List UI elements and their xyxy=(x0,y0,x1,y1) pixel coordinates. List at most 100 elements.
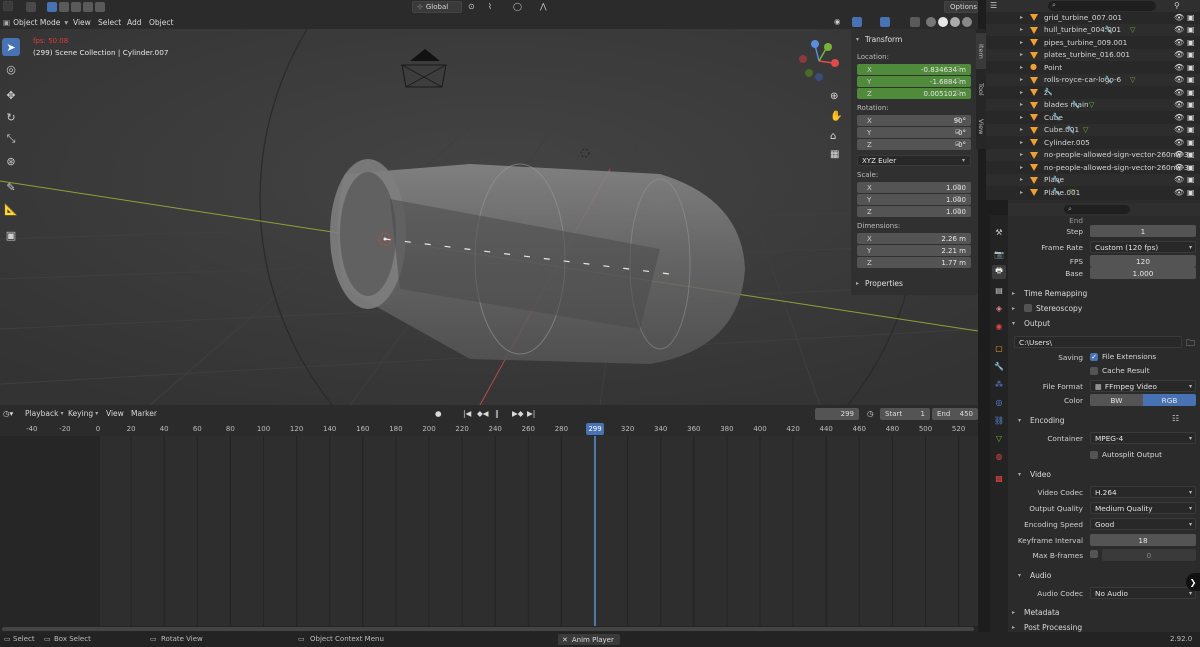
select-subtract-icon[interactable] xyxy=(71,2,81,12)
pivot-icon[interactable]: ⊙ xyxy=(468,2,478,12)
overlay-toggle-icon[interactable] xyxy=(880,17,890,27)
output-panel[interactable]: ▾ Output xyxy=(1012,316,1198,330)
menu-marker[interactable]: Marker xyxy=(128,407,160,420)
camera-icon[interactable]: ▣ xyxy=(1187,75,1195,84)
transform-panel-header[interactable]: ▾ Transform xyxy=(851,32,975,46)
file-format-dropdown[interactable]: ▦ FFmpeg Video ▾ xyxy=(1090,380,1196,392)
stereoscopy-checkbox[interactable] xyxy=(1024,304,1032,312)
start-frame-field[interactable]: Start 1 xyxy=(880,408,930,420)
measure-tool-icon[interactable]: 📐 xyxy=(2,200,20,218)
outliner-item[interactable]: ▸ rolls-royce-car-logo-6 👁 ▣ 🔧 ▽ xyxy=(986,73,1200,86)
transform-tool-icon[interactable]: ⊛ xyxy=(2,152,20,170)
timeline-editor-icon[interactable]: ◷▾ xyxy=(0,407,16,420)
camera-icon[interactable]: ▣ xyxy=(1187,63,1195,72)
rotation-x-field[interactable]: X 90° xyxy=(857,115,971,126)
eye-icon[interactable]: 👁 xyxy=(1174,75,1184,84)
camera-icon[interactable]: ▣ xyxy=(1187,175,1195,184)
proportional-edit-icon[interactable]: ◯ xyxy=(513,2,523,12)
chevron-right-icon[interactable]: ▸ xyxy=(1020,126,1023,133)
cursor-select-icon[interactable] xyxy=(26,2,36,12)
lock-icon[interactable]: ⊡ xyxy=(955,140,965,150)
location-z-field[interactable]: Z 0.005102 m xyxy=(857,88,971,99)
audio-codec-dropdown[interactable]: No Audio ▾ xyxy=(1090,587,1196,599)
output-quality-dropdown[interactable]: Medium Quality ▾ xyxy=(1090,502,1196,514)
lock-icon[interactable]: ⊡ xyxy=(955,89,965,99)
chevron-right-icon[interactable]: ▸ xyxy=(1020,164,1023,171)
step-field[interactable]: 1 xyxy=(1090,225,1196,237)
output-tab-icon[interactable]: 🖶 xyxy=(992,265,1006,279)
lock-icon[interactable]: ⊡ xyxy=(955,128,965,138)
select-intersect-icon[interactable] xyxy=(95,2,105,12)
location-x-field[interactable]: X -0.834634 m xyxy=(857,64,971,75)
chevron-right-icon[interactable]: ▸ xyxy=(1020,64,1023,71)
folder-icon[interactable]: 🗀 xyxy=(1186,336,1195,352)
camera-icon[interactable]: ▣ xyxy=(1187,188,1195,197)
falloff-icon[interactable]: ⋀ xyxy=(540,2,550,12)
end-frame-field[interactable]: End 450 xyxy=(932,408,978,420)
preset-list-icon[interactable]: ☷ xyxy=(1172,414,1179,423)
outliner-item[interactable]: ▸ pipes_turbine_009.001 👁 ▣ xyxy=(986,36,1200,49)
eye-icon[interactable]: 👁 xyxy=(1174,100,1184,109)
record-icon[interactable]: ● xyxy=(432,407,445,420)
playhead-frame-badge[interactable]: 299 xyxy=(586,423,604,435)
max-b-frames-field[interactable]: 0 xyxy=(1102,549,1196,561)
add-cube-tool-icon[interactable]: ▣ xyxy=(2,226,20,244)
fps-field[interactable]: 120 xyxy=(1090,255,1196,267)
mode-dropdown[interactable]: ▣ Object Mode ▾ xyxy=(0,14,71,30)
jump-start-icon[interactable]: |◀ xyxy=(460,407,474,420)
menu-select[interactable]: Select xyxy=(95,14,124,30)
eye-icon[interactable]: 👁 xyxy=(1174,150,1184,159)
outliner-item[interactable]: ▸ blades main 👁 ▣ 🔧 ▽ xyxy=(986,98,1200,111)
data-tab-icon[interactable]: ▽ xyxy=(992,431,1006,445)
play-pause-icon[interactable]: ‖ xyxy=(492,407,502,420)
chevron-right-icon[interactable]: ▸ xyxy=(1020,89,1023,96)
anim-player-progress[interactable]: ✕ Anim Player xyxy=(558,634,620,645)
tab-item[interactable]: Item xyxy=(976,33,986,69)
eye-icon[interactable]: 👁 xyxy=(1174,50,1184,59)
chevron-right-icon[interactable]: ▸ xyxy=(1020,139,1023,146)
shading-material-icon[interactable] xyxy=(950,17,960,27)
menu-object[interactable]: Object xyxy=(146,14,176,30)
select-new-icon[interactable] xyxy=(47,2,57,12)
camera-icon[interactable]: ▣ xyxy=(1187,125,1195,134)
annotate-tool-icon[interactable]: ✎ xyxy=(2,178,20,196)
eye-icon[interactable]: 👁 xyxy=(1174,88,1184,97)
outliner-item[interactable]: ▸ Plane.001 👁 ▣ 🔧 ▽ xyxy=(986,186,1200,199)
camera-icon[interactable]: ▣ xyxy=(1187,163,1195,172)
outliner-item[interactable]: ▸ Cube 👁 ▣ 🔧 xyxy=(986,111,1200,124)
eye-icon[interactable]: 👁 xyxy=(1174,175,1184,184)
physics-tab-icon[interactable]: ◎ xyxy=(992,395,1006,409)
outliner-search-input[interactable]: ⌕ xyxy=(1048,1,1156,11)
outliner-item[interactable]: ▸ hull_turbine_004.001 👁 ▣ 🔧 ▽ xyxy=(986,23,1200,36)
shading-wireframe-icon[interactable] xyxy=(926,17,936,27)
outliner-item[interactable]: ▸ Cube.001 👁 ▣ 🔧 ▽ xyxy=(986,123,1200,136)
eye-icon[interactable]: 👁 xyxy=(1174,163,1184,172)
object-tab-icon[interactable]: ▢ xyxy=(992,341,1006,355)
stereoscopy-panel[interactable]: ▸ Stereoscopy xyxy=(1012,301,1198,315)
chevron-right-icon[interactable]: ▸ xyxy=(1020,26,1023,33)
cache-result-checkbox[interactable]: Cache Result xyxy=(1090,366,1150,375)
navigation-gizmo[interactable] xyxy=(795,37,845,87)
menu-keying[interactable]: Keying ▾ xyxy=(65,407,101,420)
pan-hand-icon[interactable]: ✋ xyxy=(830,111,844,125)
outliner-editor-icon[interactable]: ☰ xyxy=(990,1,997,10)
preview-range-icon[interactable]: ◷ xyxy=(864,407,877,420)
container-dropdown[interactable]: MPEG-4 ▾ xyxy=(1090,432,1196,444)
eye-icon[interactable]: 👁 xyxy=(1174,113,1184,122)
eye-icon[interactable]: 👁 xyxy=(1174,38,1184,47)
rotation-z-field[interactable]: Z -0° xyxy=(857,139,971,150)
lock-icon[interactable]: ⊡ xyxy=(955,65,965,75)
lock-icon[interactable]: ⊡ xyxy=(955,195,965,205)
lock-icon[interactable]: ⊡ xyxy=(955,77,965,87)
menu-add[interactable]: Add xyxy=(124,14,145,30)
outliner-item[interactable]: ▸ no-people-allowed-sign-vector-260nw-3 👁 ▣ xyxy=(986,161,1200,174)
snap-icon[interactable]: ⌇ xyxy=(488,2,498,12)
chevron-right-icon[interactable]: ▸ xyxy=(1020,39,1023,46)
outliner-item[interactable]: ▸ Plane 👁 ▣ 🔧 xyxy=(986,173,1200,186)
material-tab-icon[interactable]: ◍ xyxy=(992,449,1006,463)
rotate-tool-icon[interactable]: ↻ xyxy=(2,108,20,126)
view-layer-tab-icon[interactable]: ▤ xyxy=(992,283,1006,297)
camera-icon[interactable]: ▣ xyxy=(1187,13,1195,22)
location-y-field[interactable]: Y -1.6884 m xyxy=(857,76,971,87)
zoom-icon[interactable]: ⊕ xyxy=(830,91,844,105)
